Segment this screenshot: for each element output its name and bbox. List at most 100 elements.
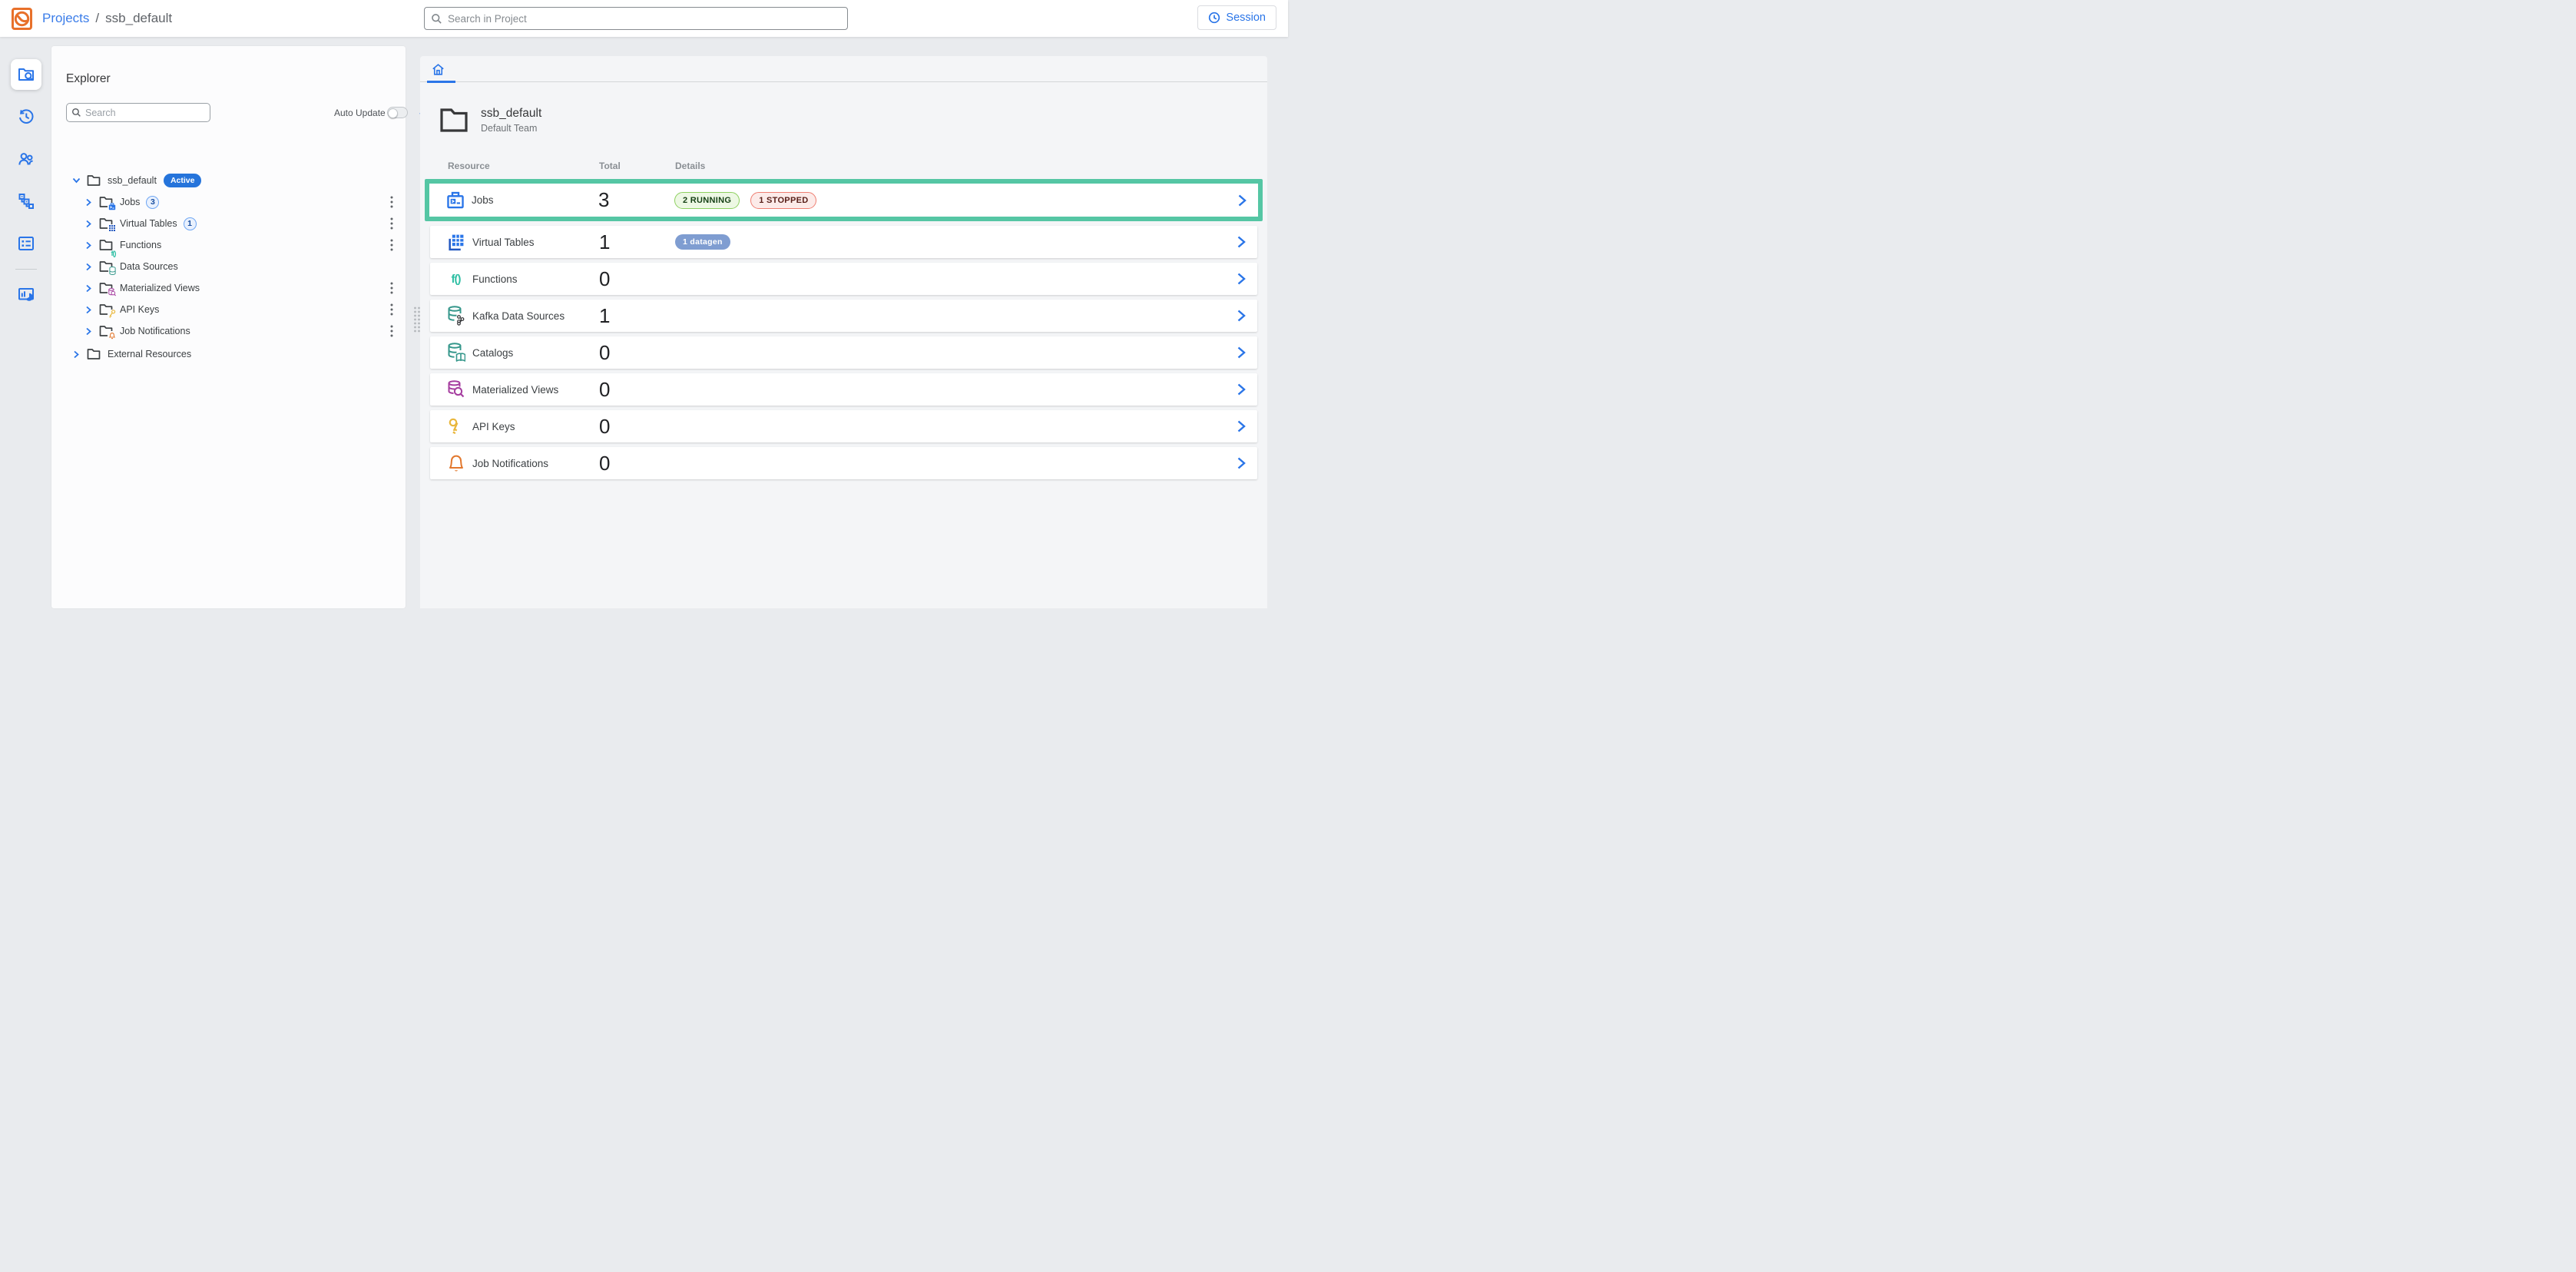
tree-item-virtual-tables[interactable]: Virtual Tables 1 xyxy=(51,213,406,234)
jobs-icon xyxy=(445,191,465,210)
functions-mini-icon: f() xyxy=(111,253,116,254)
explorer-search-input[interactable] xyxy=(85,108,205,118)
chevron-right-icon[interactable] xyxy=(84,263,93,271)
explorer-search-bar[interactable] xyxy=(66,103,210,122)
chevron-right-icon[interactable] xyxy=(1236,309,1247,323)
key-mini-icon xyxy=(108,310,116,319)
active-status-badge: Active xyxy=(164,174,202,187)
history-icon xyxy=(17,108,35,126)
tree-item-root-project[interactable]: ssb_default Active xyxy=(51,170,406,191)
project-subtitle: Default Team xyxy=(481,123,541,134)
tree-item-api-keys[interactable]: API Keys xyxy=(51,299,406,320)
resource-total: 0 xyxy=(599,378,675,402)
tree-item-job-notifications[interactable]: Job Notifications xyxy=(51,320,406,342)
tree-item-label[interactable]: API Keys xyxy=(120,304,159,315)
breadcrumb-projects-link[interactable]: Projects xyxy=(42,11,89,26)
users-icon xyxy=(17,150,35,168)
chevron-right-icon[interactable] xyxy=(1236,346,1247,359)
chevron-right-icon[interactable] xyxy=(1236,235,1247,249)
home-icon xyxy=(431,62,445,77)
resource-row-api-keys[interactable]: API Keys 0 xyxy=(430,410,1257,442)
kafka-database-icon xyxy=(445,306,466,326)
project-search-bar[interactable] xyxy=(424,7,848,30)
tree-item-label[interactable]: Virtual Tables xyxy=(120,218,177,229)
chevron-right-icon[interactable] xyxy=(84,327,93,336)
tree-item-label[interactable]: ssb_default xyxy=(108,175,157,186)
chevron-right-icon[interactable] xyxy=(84,306,93,314)
main-panel: ssb_default Default Team Resource Total … xyxy=(420,56,1267,608)
tab-bar xyxy=(420,56,1267,82)
kebab-menu-icon[interactable] xyxy=(386,303,398,316)
tree-item-label[interactable]: Functions xyxy=(120,240,161,250)
auto-update-label: Auto Update xyxy=(334,108,386,118)
nav-history-button[interactable] xyxy=(12,102,41,131)
chevron-right-icon[interactable] xyxy=(84,198,93,207)
chevron-right-icon[interactable] xyxy=(72,350,81,359)
app-header: Projects / ssb_default Session xyxy=(0,0,1288,37)
resource-label: Virtual Tables xyxy=(472,237,599,248)
kebab-menu-icon[interactable] xyxy=(386,324,398,338)
kebab-menu-icon[interactable] xyxy=(386,281,398,295)
tree-item-materialized-views[interactable]: Materialized Views xyxy=(51,277,406,299)
virtual-tables-mini-icon xyxy=(108,224,116,233)
chevron-right-icon[interactable] xyxy=(1237,194,1247,207)
materialized-views-icon xyxy=(445,380,466,399)
resource-row-catalogs[interactable]: Catalogs 0 xyxy=(430,336,1257,369)
materialized-view-mini-icon xyxy=(108,288,116,297)
running-status-badge: 2 RUNNING xyxy=(674,192,740,209)
column-resource: Resource xyxy=(448,161,599,171)
chevron-right-icon[interactable] xyxy=(84,241,93,250)
folder-search-icon xyxy=(17,65,35,84)
chevron-right-icon[interactable] xyxy=(1236,272,1247,286)
session-button[interactable]: Session xyxy=(1197,5,1276,30)
resource-row-job-notifications[interactable]: Job Notifications 0 xyxy=(430,447,1257,479)
tree-item-external-resources[interactable]: External Resources xyxy=(51,343,406,365)
chevron-down-icon[interactable] xyxy=(72,177,81,184)
chevron-right-icon[interactable] xyxy=(1236,419,1247,433)
tab-home[interactable] xyxy=(423,56,452,82)
resource-total: 1 xyxy=(599,230,675,254)
job-notifications-folder-icon xyxy=(99,325,114,338)
functions-folder-icon: f() xyxy=(99,239,114,252)
tree-item-label[interactable]: Materialized Views xyxy=(120,283,200,293)
tree-item-label[interactable]: Data Sources xyxy=(120,261,178,272)
kebab-menu-icon[interactable] xyxy=(386,195,398,209)
resource-label: API Keys xyxy=(472,421,599,432)
nav-lineage-button[interactable] xyxy=(12,187,41,216)
tree-item-data-sources[interactable]: Data Sources xyxy=(51,256,406,277)
kebab-menu-icon[interactable] xyxy=(386,238,398,252)
table-column-headers: Resource Total Details xyxy=(430,161,1260,171)
active-tab-indicator xyxy=(427,81,455,83)
nav-forms-button[interactable] xyxy=(12,229,41,258)
column-total: Total xyxy=(599,161,675,171)
project-search-input[interactable] xyxy=(448,13,841,25)
resource-row-materialized-views[interactable]: Materialized Views 0 xyxy=(430,373,1257,406)
chevron-right-icon[interactable] xyxy=(84,220,93,228)
highlight-border: Jobs 3 2 RUNNING 1 STOPPED xyxy=(425,179,1263,221)
chevron-right-icon[interactable] xyxy=(84,284,93,293)
kebab-menu-icon[interactable] xyxy=(386,217,398,230)
count-badge: 1 xyxy=(184,217,197,230)
resource-row-jobs[interactable]: Jobs 3 2 RUNNING 1 STOPPED xyxy=(429,184,1258,217)
resource-row-functions[interactable]: f() Functions 0 xyxy=(430,263,1257,295)
tree-item-jobs[interactable]: Jobs 3 xyxy=(51,191,406,213)
virtual-tables-icon xyxy=(445,233,466,251)
chevron-right-icon[interactable] xyxy=(1236,456,1247,470)
tree-item-label[interactable]: Job Notifications xyxy=(120,326,190,336)
resource-row-kafka-data-sources[interactable]: Kafka Data Sources 1 xyxy=(430,300,1257,332)
tree-item-functions[interactable]: f() Functions xyxy=(51,234,406,256)
nav-teams-button[interactable] xyxy=(12,144,41,174)
resource-label: Job Notifications xyxy=(472,458,599,469)
tree-item-label[interactable]: Jobs xyxy=(120,197,140,207)
auto-update-toggle[interactable] xyxy=(387,107,408,118)
resource-label: Jobs xyxy=(472,194,598,206)
tree-item-label[interactable]: External Resources xyxy=(108,349,191,359)
explorer-panel: Explorer Auto Update ssb_default Active xyxy=(51,46,406,608)
folder-icon xyxy=(87,348,101,361)
nav-explorer-button[interactable] xyxy=(11,59,41,90)
rail-divider xyxy=(15,269,37,270)
chevron-right-icon[interactable] xyxy=(1236,383,1247,396)
nav-monitoring-button[interactable] xyxy=(12,280,41,310)
catalog-database-icon xyxy=(445,343,466,363)
resource-row-virtual-tables[interactable]: Virtual Tables 1 1 datagen xyxy=(430,226,1257,258)
